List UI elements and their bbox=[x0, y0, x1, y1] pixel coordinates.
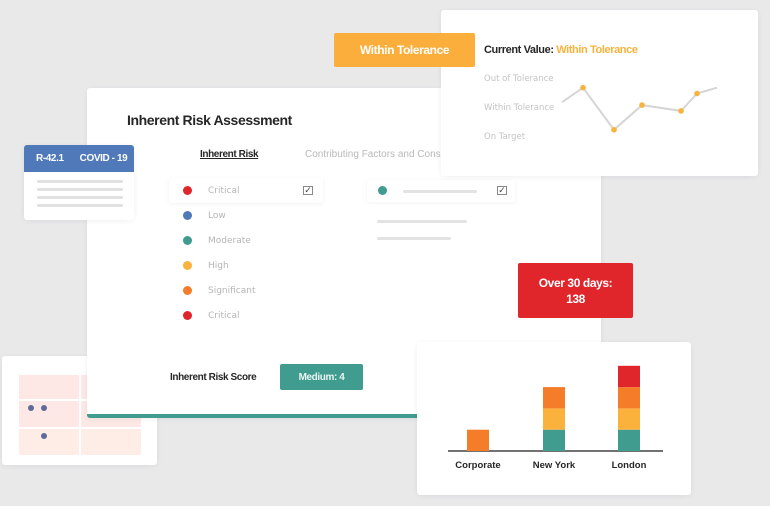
bar-segment-moderate[interactable] bbox=[618, 429, 640, 451]
risk-option-label: Significant bbox=[208, 285, 256, 296]
risk-level-list: Critical ✓ Low Moderate High Significant… bbox=[169, 178, 323, 328]
placeholder-text-line bbox=[37, 188, 123, 191]
risk-option-label: Critical bbox=[208, 185, 240, 196]
risk-tag-header: R-42.1 COVID - 19 bbox=[24, 145, 134, 172]
placeholder-text-line bbox=[37, 196, 123, 199]
matrix-dot[interactable] bbox=[28, 405, 34, 411]
risk-option-label: Low bbox=[208, 210, 226, 221]
x-tick-label: Corporate bbox=[455, 460, 500, 471]
factor-option[interactable]: ✓ bbox=[367, 180, 515, 202]
risk-option-label: Moderate bbox=[208, 235, 251, 246]
bar-segment-high[interactable] bbox=[618, 408, 640, 430]
risk-option-moderate[interactable]: Moderate bbox=[169, 228, 323, 253]
teal-dot-icon bbox=[378, 186, 387, 195]
tolerance-data-point[interactable] bbox=[694, 90, 700, 97]
risk-option-high[interactable]: High bbox=[169, 253, 323, 278]
x-tick-label: New York bbox=[533, 460, 576, 471]
placeholder-text-line bbox=[37, 204, 123, 207]
risk-option-low[interactable]: Low bbox=[169, 203, 323, 228]
blue-dot-icon bbox=[183, 211, 192, 220]
risk-tag-card[interactable]: R-42.1 COVID - 19 bbox=[24, 145, 134, 220]
x-tick-label: London bbox=[612, 460, 647, 471]
tolerance-data-point[interactable] bbox=[678, 108, 684, 114]
matrix-cell bbox=[19, 429, 79, 455]
yellow-dot-icon bbox=[183, 261, 192, 270]
red-dot-icon bbox=[183, 186, 192, 195]
bar-segment-high[interactable] bbox=[543, 408, 565, 430]
risk-id: R-42.1 bbox=[36, 153, 64, 164]
tolerance-data-point[interactable] bbox=[580, 84, 586, 91]
matrix-cell bbox=[81, 429, 141, 455]
overdue-label: Over 30 days: bbox=[538, 275, 613, 290]
orange-dot-icon bbox=[183, 286, 192, 295]
teal-dot-icon bbox=[183, 236, 192, 245]
risk-option-critical[interactable]: Critical bbox=[169, 303, 323, 328]
tab-inherent-risk[interactable]: Inherent Risk bbox=[200, 149, 259, 160]
checkbox-checked-icon[interactable]: ✓ bbox=[303, 186, 313, 195]
bar-segment-significant[interactable] bbox=[618, 387, 640, 409]
within-tolerance-badge: Within Tolerance bbox=[334, 33, 475, 67]
placeholder-text-line bbox=[403, 190, 477, 193]
bar-segment-significant[interactable] bbox=[543, 387, 565, 409]
placeholder-text-line bbox=[377, 237, 451, 240]
matrix-dot[interactable] bbox=[41, 405, 47, 411]
location-bar-chart-card: Corporate New York London bbox=[417, 342, 691, 495]
risk-option-label: Critical bbox=[208, 310, 240, 321]
tolerance-chart-card: Current Value: Within Tolerance Out of T… bbox=[441, 10, 758, 176]
matrix-cell bbox=[19, 375, 79, 399]
tolerance-series-line bbox=[561, 86, 718, 132]
stacked-bar-chart: Corporate New York London bbox=[448, 365, 663, 471]
matrix-dot[interactable] bbox=[41, 433, 47, 439]
contributing-factors-panel: ✓ bbox=[367, 180, 515, 240]
overdue-count: 138 bbox=[566, 291, 585, 306]
red-dot-icon bbox=[183, 311, 192, 320]
placeholder-text-line bbox=[37, 180, 123, 183]
tolerance-data-point[interactable] bbox=[639, 102, 645, 108]
risk-name: COVID - 19 bbox=[79, 153, 128, 164]
checkbox-checked-icon[interactable]: ✓ bbox=[497, 186, 507, 195]
risk-score-label: Inherent Risk Score bbox=[170, 372, 257, 383]
bar-segment-critical[interactable] bbox=[618, 365, 640, 388]
page-title: Inherent Risk Assessment bbox=[127, 112, 292, 128]
placeholder-text-line bbox=[377, 220, 467, 223]
tab-contributing-factors[interactable]: Contributing Factors and Cons bbox=[305, 149, 441, 160]
risk-option-label: High bbox=[208, 260, 229, 271]
risk-score-badge: Medium: 4 bbox=[280, 364, 363, 390]
tolerance-data-point[interactable] bbox=[611, 126, 617, 133]
risk-option-significant[interactable]: Significant bbox=[169, 278, 323, 303]
overdue-count-badge: Over 30 days: 138 bbox=[518, 263, 633, 318]
tolerance-line-chart bbox=[561, 84, 718, 133]
bar-segment-moderate[interactable] bbox=[543, 429, 565, 451]
bar-segment-significant[interactable] bbox=[467, 429, 489, 451]
risk-option-critical[interactable]: Critical ✓ bbox=[169, 178, 323, 203]
